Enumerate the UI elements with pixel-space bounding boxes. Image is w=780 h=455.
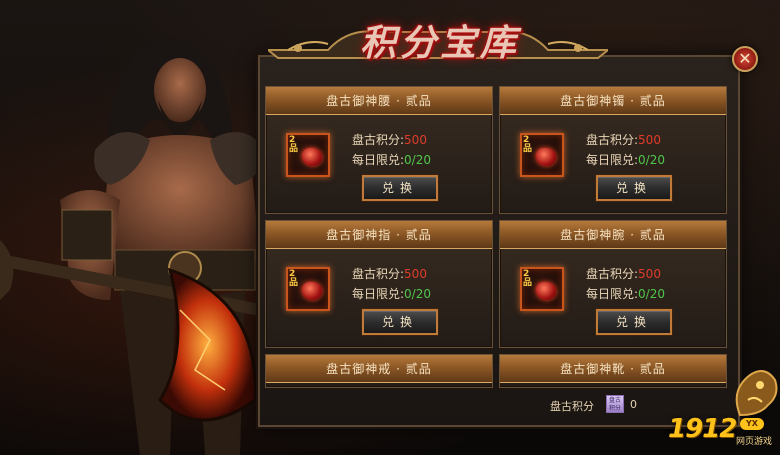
limit-row: 每日限兑:0/20 [352,153,431,167]
item-card: 盘古御神指 · 贰品 2品 盘古积分:500 每日限兑:0/20 兑换 [265,220,493,348]
item-card: 盘古御神腰 · 贰品 2品 盘古积分:500 每日限兑:0/20 兑换 [265,86,493,214]
points-row: 盘古积分:500 [352,133,427,147]
balance-value: 0 [630,398,637,411]
points-row: 盘古积分:500 [586,267,661,281]
page-title: 积分宝库 [359,22,520,64]
bracelet-icon [536,148,556,166]
close-button[interactable]: ✕ [732,46,758,72]
item-icon[interactable]: 2品 [286,133,330,177]
item-name: 盘古御神指 · 贰品 [266,221,492,249]
item-name: 盘古御神腕 · 贰品 [500,221,726,249]
points-row: 盘古积分:500 [586,133,661,147]
limit-value: 0/20 [404,287,431,301]
waist-armor-icon [302,148,322,166]
redeem-button[interactable]: 兑换 [596,175,672,201]
limit-row: 每日限兑:0/20 [586,287,665,301]
item-name: 盘古御神靴 · 贰品 [500,355,726,383]
logo-badge: YX [740,418,764,430]
dragon-ornament-icon [735,370,778,417]
item-card: 盘古御神戒 · 贰品 [265,354,493,388]
points-row: 盘古积分:500 [352,267,427,281]
points-coin-icon: 盘古积分 [606,395,624,413]
grade-badge: 2品 [289,135,299,154]
limit-row: 每日限兑:0/20 [352,287,431,301]
wristguard-icon [536,282,556,300]
redeem-button[interactable]: 兑换 [596,309,672,335]
redeem-button[interactable]: 兑换 [362,309,438,335]
item-card: 盘古御神靴 · 贰品 [499,354,727,388]
item-icon[interactable]: 2品 [520,133,564,177]
ring-icon [302,282,322,300]
item-icon[interactable]: 2品 [520,267,564,311]
item-name: 盘古御神镯 · 贰品 [500,87,726,115]
points-value: 500 [638,267,661,281]
redeem-button[interactable]: 兑换 [362,175,438,201]
limit-value: 0/20 [638,153,665,167]
grade-badge: 2品 [523,135,533,154]
grade-badge: 2品 [289,269,299,288]
site-logo: 1912 YX 网页游戏 [668,414,780,455]
points-value: 500 [638,133,661,147]
logo-number: 1912 [668,414,737,444]
logo-subtitle: 网页游戏 [736,437,773,447]
points-value: 500 [404,133,427,147]
limit-value: 0/20 [404,153,431,167]
hero-warrior-illustration [0,37,265,455]
limit-row: 每日限兑:0/20 [586,153,665,167]
item-icon[interactable]: 2品 [286,267,330,311]
grade-badge: 2品 [523,269,533,288]
limit-value: 0/20 [638,287,665,301]
points-value: 500 [404,267,427,281]
item-card: 盘古御神腕 · 贰品 2品 盘古积分:500 每日限兑:0/20 兑换 [499,220,727,348]
item-name: 盘古御神腰 · 贰品 [266,87,492,115]
item-card: 盘古御神镯 · 贰品 2品 盘古积分:500 每日限兑:0/20 兑换 [499,86,727,214]
balance-label: 盘古积分 [550,400,594,413]
item-name: 盘古御神戒 · 贰品 [266,355,492,383]
